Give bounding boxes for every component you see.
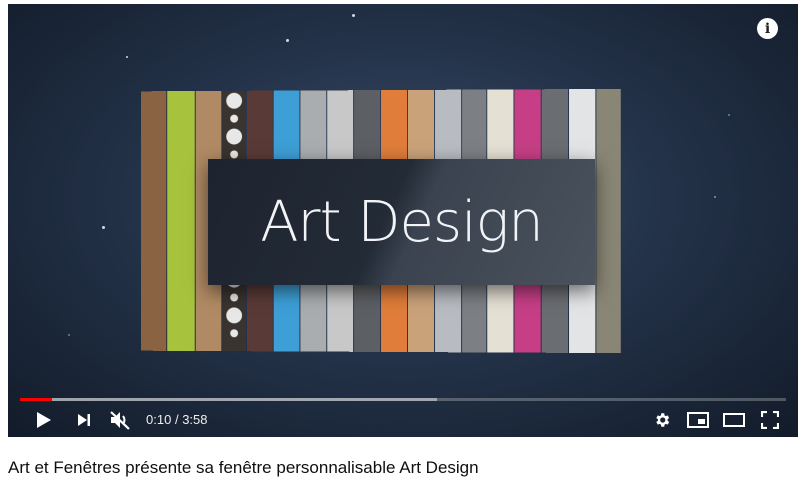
play-icon bbox=[37, 411, 51, 428]
bokeh-particle bbox=[352, 14, 355, 17]
swatch-strip bbox=[596, 88, 621, 354]
theater-button[interactable] bbox=[716, 402, 752, 437]
video-player[interactable]: i Art Design 0:10 / 3:58 bbox=[8, 4, 798, 437]
next-button[interactable] bbox=[66, 402, 102, 437]
play-button[interactable] bbox=[22, 402, 66, 437]
perforation-dot bbox=[230, 293, 239, 302]
bokeh-particle bbox=[714, 196, 716, 198]
progress-buffer bbox=[20, 398, 438, 401]
bokeh-particle bbox=[126, 56, 128, 58]
progress-bar[interactable] bbox=[20, 398, 786, 401]
bokeh-particle bbox=[286, 39, 289, 42]
time-separator: / bbox=[174, 412, 179, 427]
title-card-text: Art Design bbox=[260, 189, 543, 255]
fullscreen-icon bbox=[761, 410, 779, 429]
perforation-dot bbox=[230, 329, 239, 338]
settings-button[interactable] bbox=[644, 402, 680, 437]
gear-icon bbox=[656, 412, 670, 427]
swatch-strip bbox=[140, 91, 167, 351]
fullscreen-button[interactable] bbox=[752, 402, 788, 437]
perforation-dot bbox=[230, 114, 239, 123]
info-icon[interactable]: i bbox=[757, 18, 778, 39]
time-display: 0:10 / 3:58 bbox=[146, 412, 208, 427]
video-title[interactable]: Art et Fenêtres présente sa fenêtre pers… bbox=[8, 458, 479, 478]
mute-button[interactable] bbox=[102, 402, 138, 437]
miniplayer-icon bbox=[687, 411, 709, 428]
control-bar: 0:10 / 3:58 bbox=[8, 402, 798, 437]
progress-played bbox=[20, 398, 53, 401]
theater-icon bbox=[723, 412, 745, 427]
perforation-dot bbox=[230, 150, 239, 159]
duration: 3:58 bbox=[182, 412, 208, 427]
current-time: 0:10 bbox=[146, 412, 172, 427]
perforation-dot bbox=[226, 92, 243, 109]
title-card: Art Design bbox=[208, 159, 595, 285]
miniplayer-button[interactable] bbox=[680, 402, 716, 437]
perforation-dot bbox=[226, 128, 243, 145]
mute-icon bbox=[110, 410, 130, 430]
perforation-dot bbox=[226, 307, 243, 324]
bokeh-particle bbox=[102, 226, 105, 229]
bokeh-particle bbox=[68, 334, 70, 336]
next-icon bbox=[78, 413, 90, 426]
swatch-strip bbox=[167, 91, 195, 351]
bokeh-particle bbox=[728, 114, 730, 116]
